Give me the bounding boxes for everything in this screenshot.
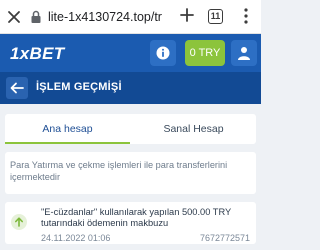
arrow-up-icon <box>11 214 27 230</box>
logo-prefix: 1x <box>10 44 30 63</box>
back-button[interactable] <box>6 77 28 99</box>
balance-button[interactable]: 0 TRY <box>185 40 225 66</box>
page-title-bar: İŞLEM GEÇMİŞİ <box>0 72 261 104</box>
lock-icon <box>31 10 41 23</box>
transaction-date: 24.11.2022 01:06 <box>41 233 111 243</box>
tab-main-account[interactable]: Ana hesap <box>5 114 130 144</box>
info-notice: Para Yatırma ve çekme işlemleri ile para… <box>5 152 256 194</box>
new-tab-icon[interactable] <box>180 8 194 22</box>
close-icon[interactable] <box>6 9 22 25</box>
account-button[interactable] <box>231 40 257 66</box>
arrow-left-icon <box>10 82 24 94</box>
info-button[interactable] <box>150 40 176 66</box>
tab-virtual-account[interactable]: Sanal Hesap <box>131 114 256 144</box>
url-text: lite-1x4130724.top/tr <box>48 10 162 24</box>
account-tabs: Ana hesap Sanal Hesap <box>5 114 256 144</box>
logo-suffix: BET <box>29 44 65 63</box>
info-icon <box>156 46 170 60</box>
app-header: 1xBET 0 TRY <box>0 34 261 72</box>
brand-logo[interactable]: 1xBET <box>10 44 64 64</box>
transaction-item[interactable]: "E-cüzdanlar" kullanılarak yapılan 500.0… <box>5 202 256 244</box>
browser-toolbar: lite-1x4130724.top/tr 11 <box>0 0 261 34</box>
tab-switcher-button[interactable]: 11 <box>208 9 223 24</box>
address-bar[interactable]: lite-1x4130724.top/tr <box>26 6 164 28</box>
more-menu-icon[interactable] <box>244 8 248 24</box>
page-title: İŞLEM GEÇMİŞİ <box>36 81 122 93</box>
transaction-description: "E-cüzdanlar" kullanılarak yapılan 500.0… <box>41 207 232 228</box>
transaction-id: 7672772571 <box>199 233 250 243</box>
user-icon <box>238 47 250 60</box>
